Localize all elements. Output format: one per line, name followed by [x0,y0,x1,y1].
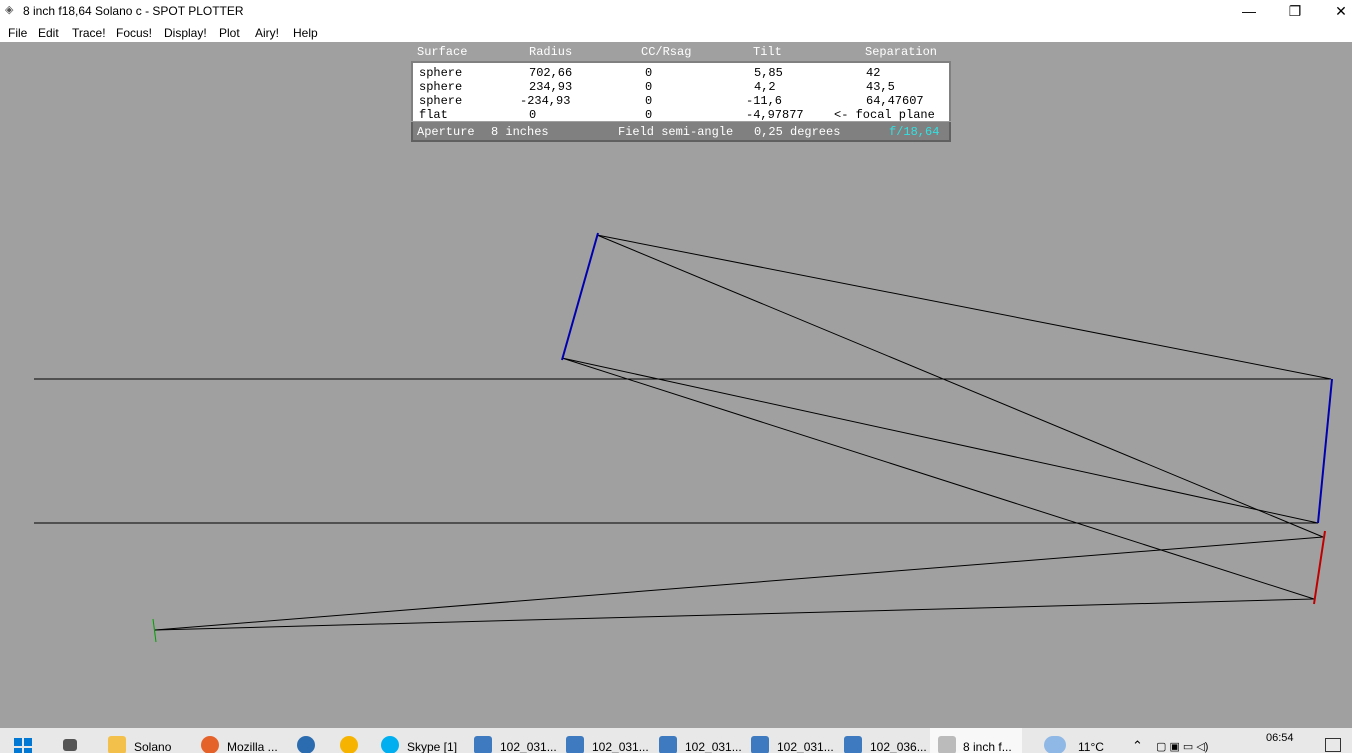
taskbar-item[interactable]: 102_031... [751,728,837,753]
ray-tertiary-bottom-to-focus [154,598,1315,631]
start-button[interactable] [14,738,34,753]
tray-icons[interactable]: ▢ ▣ ▭ ◁) [1156,740,1208,753]
table-cell: 42 [866,66,881,80]
firefox-icon [201,736,219,753]
table-body: sphere 702,66 0 5,85 42 sphere 234,93 0 … [411,61,951,122]
table-cell: 0 [645,108,653,122]
photos-icon [474,736,492,753]
clock[interactable]: 06:54 [1266,732,1294,744]
table-cell: -4,97877 [746,108,804,122]
cloud-icon [1044,736,1066,753]
skype-icon [381,736,399,753]
table-cell: 0 [645,94,653,108]
incoming-rays [34,378,1331,524]
table-header: Surface Radius CC/Rsag Tilt Separation [411,44,951,60]
weather-widget[interactable]: 11°C [1044,728,1114,753]
taskbar-item[interactable]: Mozilla ... [201,728,289,753]
aperture-label: Aperture [417,125,475,139]
ray-primary-to-secondary-bottom [561,357,1319,524]
photos-icon [566,736,584,753]
field-label: Field semi-angle [618,125,734,139]
taskbar-item-active[interactable]: 8 inch f... [930,728,1022,753]
traced-rays [154,234,1332,631]
focal-plane [152,618,157,643]
table-cell: 0 [645,80,653,94]
table-cell: 702,66 [529,66,573,80]
chevron-up-icon[interactable]: ⌃ [1132,738,1143,753]
table-cell: 0 [529,108,537,122]
photos-icon [751,736,769,753]
tertiary-mirror [1313,530,1326,605]
taskbar-item[interactable]: 102_031... [566,728,652,753]
task-view-button[interactable] [63,728,91,753]
photos-icon [844,736,862,753]
table-cell: flat [419,108,448,122]
table-cell: 4,2 [754,80,776,94]
taskbar-item[interactable]: 102_031... [659,728,745,753]
app-icon [297,736,315,753]
f-number: f/18,64 [889,125,940,139]
table-cell: -234,93 [520,94,571,108]
ray-secondary-top-to-tertiary [596,234,1324,538]
taskbar-item[interactable] [340,728,372,753]
aperture-value: 8 inches [491,125,549,139]
table-cell: 234,93 [529,80,573,94]
photos-icon [659,736,677,753]
header-separation: Separation [865,45,938,59]
header-tilt: Tilt [753,45,782,59]
table-footer: Aperture 8 inches Field semi-angle 0,25 … [411,122,951,142]
folder-icon [108,736,126,753]
field-value: 0,25 degrees [754,125,841,139]
table-cell: 0 [645,66,653,80]
ray-secondary-bottom-to-tertiary [561,357,1315,600]
taskbar-item[interactable]: Skype [1] [381,728,465,753]
table-cell: sphere [419,94,463,108]
header-cc: CC/Rsag [641,45,692,59]
table-cell: <- focal plane [834,108,935,122]
primary-mirror [1317,378,1333,524]
task-view-icon [63,739,77,751]
header-radius: Radius [529,45,573,59]
table-cell: 64,47607 [866,94,924,108]
spot-plotter-icon [938,736,956,753]
chrome-icon [340,736,358,753]
header-surface: Surface [417,45,468,59]
taskbar-item[interactable] [297,728,329,753]
table-cell: sphere [419,66,463,80]
taskbar-item[interactable]: 102_036... [844,728,930,753]
table-cell: -11,6 [746,94,783,108]
ray-tertiary-top-to-focus [154,536,1324,631]
table-cell: 5,85 [754,66,783,80]
taskbar-item[interactable]: 102_031... [474,728,560,753]
ray-primary-to-secondary-top [596,234,1332,380]
taskbar: Solano Mozilla ... Skype [1] 102_031... … [0,728,1352,753]
taskbar-item[interactable]: Solano [108,728,188,753]
notification-icon[interactable] [1325,738,1341,752]
secondary-mirror [561,232,599,361]
surface-table: Surface Radius CC/Rsag Tilt Separation s… [411,44,951,142]
table-cell: 43,5 [866,80,895,94]
table-cell: sphere [419,80,463,94]
